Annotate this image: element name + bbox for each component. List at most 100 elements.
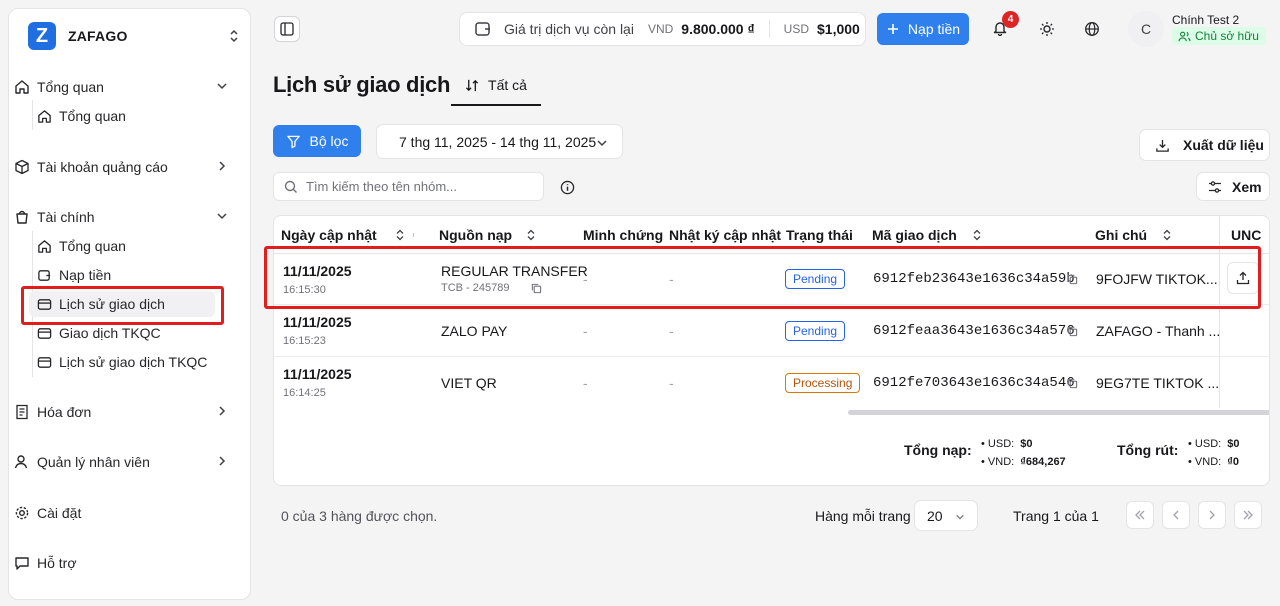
language-button[interactable] — [1080, 17, 1104, 41]
col-header-label: Ngày cập nhật — [281, 227, 377, 243]
role-label: Chủ sở hữu — [1195, 29, 1259, 43]
topup-button[interactable]: Nạp tiền — [877, 13, 969, 45]
col-header-update-log: Nhật ký cập nhật — [669, 227, 781, 243]
sidebar-section-label: Hóa đơn — [37, 404, 92, 420]
highlight-box-row — [264, 246, 1261, 309]
withdraw-usd: $0 — [1227, 438, 1240, 450]
col-header-transaction-id[interactable]: Mã giao dịch — [872, 227, 982, 243]
rows-per-page-select[interactable]: 20 — [914, 500, 978, 531]
sidebar-toggle-button[interactable] — [274, 16, 300, 42]
sidebar-item-ad-transaction-history[interactable]: Lịch sử giao dịch TKQC — [29, 349, 215, 375]
filter-button[interactable]: Bộ lọc — [273, 125, 361, 157]
horizontal-scrollbar[interactable] — [848, 410, 1269, 415]
withdraw-usd-label: USD: — [1194, 438, 1222, 450]
wallet-icon — [38, 269, 51, 281]
sidebar-section-label: Hỗ trợ — [37, 555, 77, 571]
filter-icon — [286, 135, 300, 148]
card-icon — [37, 327, 52, 339]
deposit-vnd: ₫684,267 — [1020, 456, 1066, 468]
sidebar-section-finance[interactable]: Tài chính — [12, 203, 234, 231]
sidebar-item-topup[interactable]: Nạp tiền — [29, 262, 215, 288]
table-row[interactable]: 11/11/2025 16:14:25 VIET QR - - Processi… — [274, 358, 1269, 409]
sidebar-item-finance-overview[interactable]: Tổng quan — [29, 233, 215, 259]
col-resize-handle[interactable] — [413, 233, 414, 237]
row-note: 9EG7TE TIKTOK ... — [1096, 375, 1220, 391]
brand-name: ZAFAGO — [68, 28, 128, 44]
avatar[interactable]: C — [1128, 11, 1164, 47]
row-time: 16:15:23 — [283, 335, 326, 347]
balance-widget: Giá trị dịch vụ còn lại VND 9.800.000 ₫ … — [459, 12, 866, 46]
vnd-value: 9.800.000 ₫ — [681, 21, 755, 37]
theme-toggle-button[interactable] — [1035, 17, 1059, 41]
row-transaction-id: 6912fe703643e1636c34a546 — [873, 375, 1075, 391]
rows-per-page-value: 20 — [927, 507, 943, 524]
globe-icon — [1085, 22, 1099, 36]
sidebar-section-settings[interactable]: Cài đặt — [12, 499, 234, 527]
chevron-right-icon — [219, 406, 226, 416]
chevron-down-icon — [956, 514, 964, 520]
sidebar-item-label: Tổng quan — [59, 238, 126, 254]
chevrons-right-icon — [1243, 510, 1253, 520]
info-icon — [560, 180, 574, 194]
chevron-left-icon — [1173, 510, 1179, 520]
sidebar-section-staff[interactable]: Quản lý nhân viên — [12, 448, 234, 476]
brand-switcher[interactable]: Z ZAFAGO — [28, 16, 240, 56]
sidebar-section-label: Quản lý nhân viên — [37, 454, 150, 470]
tab-all[interactable]: Tất cả — [451, 66, 541, 106]
col-header-label: Nhật ký cập nhật — [669, 227, 782, 243]
search-input[interactable]: Tìm kiếm theo tên nhóm... — [273, 172, 544, 201]
sidebar-section-support[interactable]: Hỗ trợ — [12, 549, 234, 577]
deposit-total-label: Tổng nạp: — [904, 442, 972, 458]
view-label: Xem — [1232, 178, 1262, 195]
col-header-source[interactable]: Nguồn nạp — [439, 227, 536, 243]
prev-page-button[interactable] — [1162, 501, 1190, 529]
row-source: ZALO PAY — [441, 323, 508, 339]
sort-icon — [527, 229, 535, 241]
col-header-label: Mã giao dịch — [872, 227, 957, 243]
sidebar-section-invoices[interactable]: Hóa đơn — [12, 398, 234, 426]
sidebar-item-overview[interactable]: Tổng quan — [29, 103, 215, 129]
divider — [768, 20, 770, 38]
withdraw-vnd-label: VND: — [1194, 456, 1222, 468]
next-page-button[interactable] — [1198, 501, 1226, 529]
row-date: 11/11/2025 — [283, 366, 352, 382]
col-header-status: Trạng thái — [786, 227, 853, 243]
sidebar-section-label: Tài khoản quảng cáo — [37, 159, 168, 175]
date-range-value: 7 thg 11, 2025 - 14 thg 11, 2025 — [399, 133, 597, 150]
view-options-button[interactable]: Xem — [1196, 172, 1270, 201]
export-button[interactable]: Xuất dữ liệu — [1139, 129, 1270, 161]
row-source: VIET QR — [441, 375, 497, 391]
deposit-usd: $0 — [1020, 438, 1033, 450]
col-header-label: Ghi chú — [1095, 227, 1148, 243]
copy-icon[interactable] — [1067, 326, 1078, 337]
chevron-up-down-icon — [230, 29, 238, 43]
invoice-icon — [16, 404, 28, 420]
col-header-label: Minh chứng — [583, 227, 664, 243]
chevrons-left-icon — [1135, 510, 1145, 520]
box-icon — [15, 159, 29, 175]
chevron-right-icon — [1209, 510, 1215, 520]
search-placeholder: Tìm kiếm theo tên nhóm... — [306, 179, 458, 194]
sidebar-item-label: Tổng quan — [59, 108, 126, 124]
date-range-picker[interactable]: 7 thg 11, 2025 - 14 thg 11, 2025 — [376, 124, 623, 159]
sidebar-item-label: Nạp tiền — [59, 267, 112, 283]
user-name: Chính Test 2 — [1172, 13, 1240, 27]
sidebar-section-ad-accounts[interactable]: Tài khoản quảng cáo — [12, 153, 234, 181]
sidebar-section-overview[interactable]: Tổng quan — [12, 73, 234, 101]
table-row[interactable]: 11/11/2025 16:15:23 ZALO PAY - - Pending… — [274, 306, 1269, 357]
usd-value: $1,000 — [817, 21, 860, 37]
bag-icon — [16, 210, 28, 224]
col-header-updated-date[interactable]: Ngày cập nhật — [281, 227, 405, 243]
info-button[interactable] — [555, 175, 579, 199]
first-page-button[interactable] — [1126, 501, 1154, 529]
last-page-button[interactable] — [1234, 501, 1262, 529]
usd-label: USD — [783, 22, 809, 36]
home-icon — [38, 239, 51, 253]
col-header-label: UNC — [1231, 227, 1262, 243]
copy-icon[interactable] — [1067, 378, 1078, 389]
user-icon — [14, 455, 28, 469]
topup-label: Nạp tiền — [907, 21, 961, 37]
deposit-totals: • USD: $0 • VND: ₫684,267 — [981, 438, 1066, 468]
col-header-unc: UNC — [1231, 227, 1261, 243]
col-header-note[interactable]: Ghi chú — [1095, 227, 1172, 243]
